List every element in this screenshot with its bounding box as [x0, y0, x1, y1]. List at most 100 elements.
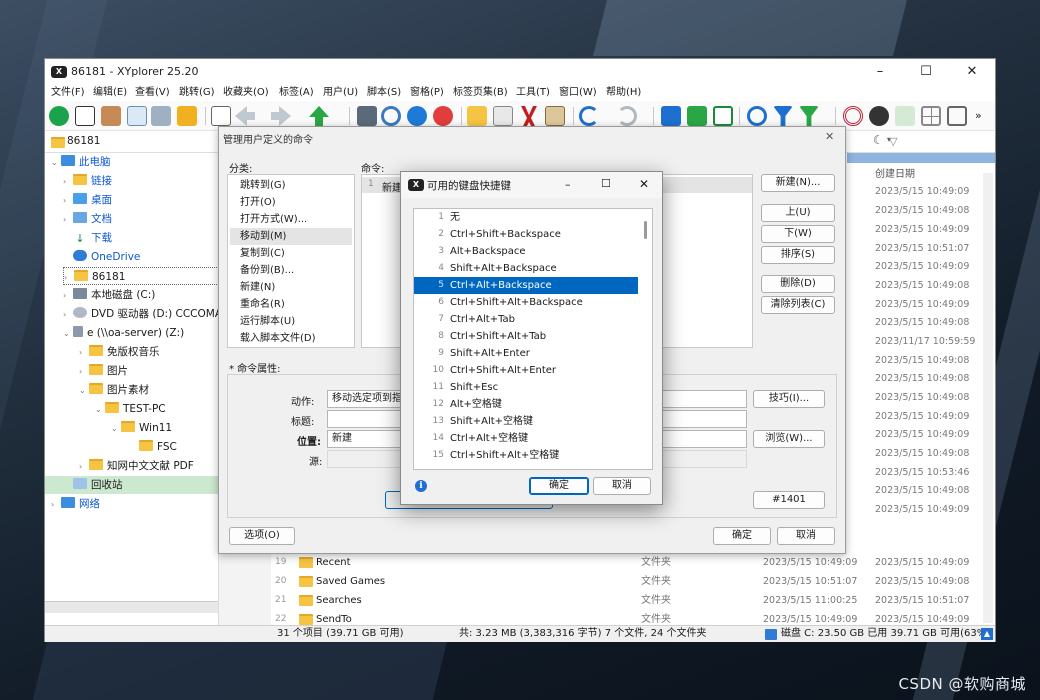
toolbar-more-icon[interactable]: » [975, 109, 982, 122]
hotkeys-cancel-button[interactable]: 取消 [593, 477, 651, 495]
category-item-selected[interactable]: 移动到(M) [230, 228, 352, 245]
menu-tags[interactable]: 标签(A) [279, 85, 314, 101]
tree-item-pictures[interactable]: › 图片 [79, 362, 128, 380]
visual-filter-icon[interactable] [799, 106, 819, 126]
scroll-up-icon[interactable]: ▲ [981, 628, 993, 640]
android-icon[interactable] [895, 106, 915, 126]
hotkeys-close-button[interactable]: ✕ [639, 177, 649, 191]
menu-scripting[interactable]: 脚本(S) [367, 85, 401, 101]
clipboard-icon[interactable] [177, 106, 197, 126]
category-item[interactable]: 载入脚本文件(D) [230, 330, 352, 347]
shortcut-item[interactable]: 15 Ctrl+Shift+Alt+空格键 [414, 447, 638, 464]
table-row[interactable]: 20 Saved Games 文件夹 2023/5/15 10:51:07 20… [271, 572, 995, 591]
delete-button[interactable]: 删除(D) [761, 275, 835, 293]
filter-f-icon[interactable] [661, 106, 681, 126]
tree-item-86181[interactable]: › 86181 [63, 267, 218, 285]
table-row[interactable]: 21 Searches 文件夹 2023/5/15 11:00:25 2023/… [271, 591, 995, 610]
shortcut-item[interactable]: 1无 [414, 209, 638, 226]
cancel-button[interactable]: 取消 [777, 527, 835, 545]
sort-button[interactable]: 排序(S) [761, 246, 835, 264]
clear-list-button[interactable]: 清除列表(C) [761, 296, 835, 314]
details-icon[interactable] [947, 106, 967, 126]
maximize-button[interactable]: ☐ [903, 59, 949, 85]
tree-item-desktop[interactable]: › 桌面 [63, 191, 112, 209]
shortcut-item[interactable]: 3 Alt+Backspace [414, 243, 638, 260]
back-icon[interactable] [235, 106, 255, 126]
shortcut-item-selected[interactable]: 5 Ctrl+Alt+Backspace [414, 277, 638, 294]
shortcut-item[interactable]: 7 Ctrl+Alt+Tab [414, 311, 638, 328]
menu-view[interactable]: 查看(V) [135, 85, 170, 101]
hotkeys-ok-button[interactable]: 确定 [529, 477, 589, 495]
shortcut-item[interactable]: 2 Ctrl+Shift+Backspace [414, 226, 638, 243]
category-item[interactable]: 重命名(R) [230, 296, 352, 313]
filter-funnel-icon[interactable]: ▽ [889, 135, 897, 148]
category-item[interactable]: 跳转到(G) [230, 177, 352, 194]
new-command-button[interactable]: 新建(N)... [761, 174, 835, 192]
spiral-icon[interactable] [843, 106, 863, 126]
info-icon[interactable]: i [415, 480, 427, 492]
move-up-button[interactable]: 上(U) [761, 204, 835, 222]
find-icon[interactable] [407, 106, 427, 126]
tips-button[interactable]: 技巧(I)... [753, 390, 825, 408]
send-icon[interactable] [75, 106, 95, 126]
browse-button[interactable]: 浏览(W)... [753, 430, 825, 448]
shortcut-item[interactable]: 13 Shift+Alt+空格键 [414, 413, 638, 430]
menu-tabsets[interactable]: 标签页集(B) [453, 85, 508, 101]
tree-item-test-pc[interactable]: ⌄ TEST-PC [95, 400, 166, 418]
shortcut-item[interactable]: 12 Alt+空格键 [414, 396, 638, 413]
tree-scrollbar[interactable] [45, 601, 218, 613]
shortcut-item[interactable]: 10 Ctrl+Shift+Alt+Enter [414, 362, 638, 379]
tag-icon[interactable] [101, 106, 121, 126]
redo-icon[interactable] [617, 106, 637, 126]
tree-item-music[interactable]: › 免版权音乐 [79, 343, 160, 361]
menu-tools[interactable]: 工具(T) [516, 85, 550, 101]
paste-icon[interactable] [545, 106, 565, 126]
tree-item-downloads[interactable]: ↓ 下载 [63, 229, 112, 247]
menu-edit[interactable]: 编辑(E) [93, 85, 127, 101]
undo-icon[interactable] [579, 106, 599, 126]
table-row[interactable]: 22 SendTo 文件夹 2023/5/15 10:49:09 2023/5/… [271, 610, 995, 625]
tree-item-network-drive-z[interactable]: ⌄ e (\\oa-server) (Z:) [63, 324, 184, 342]
category-item[interactable]: 新建(N) [230, 279, 352, 296]
tree-icon[interactable] [687, 106, 707, 126]
column-header-created[interactable]: 创建日期 [875, 165, 915, 180]
dialog-close-button[interactable]: ✕ [825, 130, 834, 143]
tree-item-dvd-d[interactable]: ›DVD 驱动器 (D:) CCCOMA_X [63, 305, 218, 323]
minimize-button[interactable]: – [857, 59, 903, 85]
shortcut-item[interactable]: 4 Shift+Alt+Backspace [414, 260, 638, 277]
category-item[interactable]: 备份到(B)... [230, 262, 352, 279]
search-icon[interactable] [747, 106, 767, 126]
grid-icon[interactable] [921, 106, 941, 126]
menu-favorites[interactable]: 收藏夹(O) [223, 85, 269, 101]
cut-icon[interactable] [521, 106, 537, 126]
category-item[interactable]: 复制到(C) [230, 245, 352, 262]
shortcut-item[interactable]: 9 Shift+Alt+Enter [414, 345, 638, 362]
shortcut-item[interactable]: 6 Ctrl+Shift+Alt+Backspace [414, 294, 638, 311]
tree-item-links[interactable]: › 链接 [63, 172, 112, 190]
category-item[interactable]: 运行脚本(U) [230, 313, 352, 330]
menu-user[interactable]: 用户(U) [323, 85, 358, 101]
menu-help[interactable]: 帮助(H) [606, 85, 641, 101]
up-icon[interactable] [309, 106, 329, 126]
tree-item-this-pc[interactable]: ⌄ 此电脑 [51, 153, 111, 171]
close-button[interactable]: ✕ [949, 59, 995, 85]
record-icon[interactable] [433, 106, 453, 126]
checkbox-icon[interactable] [713, 106, 733, 126]
hotkeys-minimize-button[interactable]: – [565, 178, 571, 191]
tree-item-fsc[interactable]: FSC [129, 438, 177, 456]
menu-go[interactable]: 跳转(G) [179, 85, 215, 101]
dark-mode-icon[interactable] [869, 106, 889, 126]
shortcut-item[interactable]: 11 Shift+Esc [414, 379, 638, 396]
forward-icon[interactable] [271, 106, 291, 126]
go-icon[interactable] [49, 106, 69, 126]
moon-icon[interactable]: ☾ [873, 133, 884, 147]
table-row[interactable]: 19 Recent 文件夹 2023/5/15 10:49:09 2023/5/… [271, 553, 995, 572]
options-button[interactable]: 选项(O) [229, 527, 295, 545]
category-item[interactable]: 打开(O) [230, 194, 352, 211]
menu-window[interactable]: 窗口(W) [559, 85, 597, 101]
tree-item-documents[interactable]: › 文档 [63, 210, 112, 228]
monitor-icon[interactable] [357, 106, 377, 126]
menu-panes[interactable]: 窗格(P) [410, 85, 444, 101]
tree-item-recycle-bin[interactable]: 回收站 [45, 476, 218, 494]
tree-item-network[interactable]: › 网络 [51, 495, 100, 513]
